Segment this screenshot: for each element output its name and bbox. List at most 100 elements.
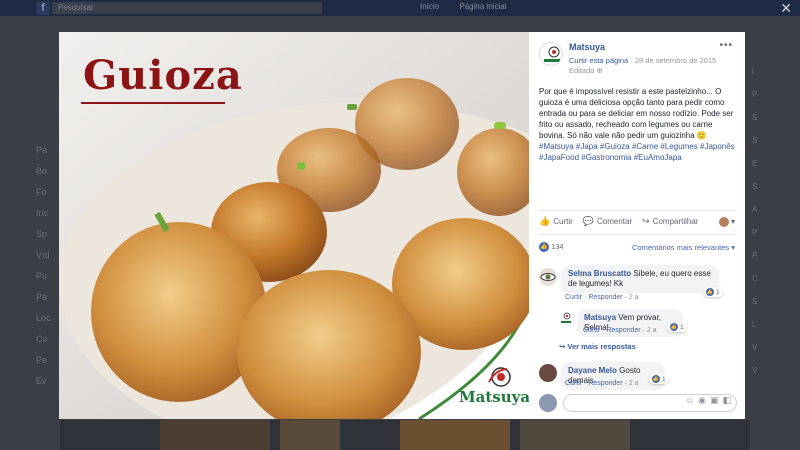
commenter-avatar[interactable] <box>539 364 557 382</box>
comment-actions: Curtir · Responder · 2 a <box>565 294 639 301</box>
photo-logo-text: Matsuya <box>459 388 529 406</box>
nav-homepage[interactable]: Página inicial <box>459 2 506 11</box>
reaction-count: 1 <box>716 288 720 296</box>
user-avatar <box>718 216 729 227</box>
reply-reactions[interactable]: 👍 1 <box>667 322 687 332</box>
left-item: Pá <box>36 145 48 155</box>
more-options-icon[interactable]: ••• <box>719 40 733 51</box>
background-left-menu: Pá Bo Fo Inc Sp Víd Pu Pá Loc Co Pe Ev <box>36 140 58 392</box>
sticker-icon[interactable]: ◧ <box>722 395 731 406</box>
top-bar: f Pesquisar Início Página inicial ✕ <box>0 0 800 16</box>
more-replies-label: Ver mais respostas <box>567 342 636 351</box>
post-photo[interactable]: Guioza Matsuya <box>59 32 529 419</box>
right-item: S <box>752 182 758 191</box>
comment-composer: ☺ ◉ ▣ ◧ <box>539 392 737 414</box>
reply-reply-link[interactable]: Responder <box>606 327 640 334</box>
reaction-count: 1 <box>680 323 684 331</box>
comment-icon: 💬 <box>582 216 594 226</box>
like-count[interactable]: 134 <box>551 242 564 251</box>
right-item: V <box>752 343 758 352</box>
left-item: Fo <box>36 187 47 197</box>
matsuya-avatar-icon <box>544 46 560 62</box>
left-item: Víd <box>36 250 50 260</box>
reply-author-name[interactable]: Matsuya <box>584 313 616 322</box>
left-item: Ev <box>36 376 47 386</box>
reaction-stats: 👍 134 Comentários mais relevantes ▾ <box>539 242 735 253</box>
comment-like-link[interactable]: Curtir <box>565 294 582 301</box>
close-icon[interactable]: ✕ <box>780 0 792 17</box>
page-name-link[interactable]: Matsuya <box>569 42 605 52</box>
comment-reply-link[interactable]: Responder <box>588 294 622 301</box>
commenter-avatar[interactable] <box>539 268 557 286</box>
comment-time[interactable]: 2 a <box>629 380 639 387</box>
like-page-link[interactable]: Curtir esta página <box>569 56 628 65</box>
comment-time[interactable]: 2 a <box>629 294 639 301</box>
right-item: P <box>752 228 758 237</box>
commenter-name[interactable]: Selma Bruscatto <box>568 269 631 278</box>
globe-icon: ⊕ <box>596 66 603 75</box>
comment-reactions[interactable]: 👍 1 <box>703 287 723 297</box>
comment-like-link[interactable]: Curtir <box>565 380 582 387</box>
divider <box>539 210 735 211</box>
right-item: C <box>752 274 758 283</box>
commenter-name[interactable]: Dayane Melo <box>568 366 617 375</box>
share-label: Compartilhar <box>652 217 699 226</box>
composer-icons: ☺ ◉ ▣ ◧ <box>685 395 731 406</box>
post-hashtags[interactable]: #Matsuya #Japa #Guioza #Carne #Legumes #… <box>539 141 739 163</box>
edited-label: Editado ⊕ <box>569 66 603 75</box>
search-input[interactable]: Pesquisar <box>52 2 322 14</box>
background-thumb <box>280 420 340 450</box>
matsuya-logo-icon <box>488 367 511 387</box>
left-item: Pu <box>36 271 48 281</box>
view-more-replies-link[interactable]: ↪ Ver mais respostas <box>559 342 636 351</box>
like-button[interactable]: 👍 Curtir <box>539 216 573 227</box>
emoji-icon[interactable]: ☺ <box>685 395 694 406</box>
share-button[interactable]: ↪ Compartilhar <box>642 216 698 227</box>
photo-title-underline <box>81 102 225 104</box>
right-item: S <box>752 136 758 145</box>
comment-button[interactable]: 💬 Comentar <box>583 216 632 227</box>
thumbs-up-icon: 👍 <box>539 216 551 226</box>
like-reaction-icon: 👍 <box>670 323 678 331</box>
comment-actions: Curtir · Responder · 2 a <box>565 380 639 387</box>
right-item: A <box>752 205 758 214</box>
reply-avatar[interactable] <box>559 311 573 325</box>
facebook-logo-icon: f <box>36 1 50 15</box>
photo-title: Guioza <box>83 52 243 99</box>
reply-like-link[interactable]: Curtir <box>583 327 600 334</box>
post-body-text: Por que é impossível resistir a este pas… <box>539 87 734 140</box>
divider <box>539 234 735 235</box>
chevron-down-icon: ▾ <box>730 217 735 226</box>
comment-reply-link[interactable]: Responder <box>588 380 622 387</box>
edited-text: Editado <box>569 66 595 75</box>
comment-sort-dropdown[interactable]: Comentários mais relevantes ▾ <box>632 243 735 252</box>
post-as-selector[interactable]: ▾ <box>718 216 735 227</box>
like-reaction-icon: 👍 <box>652 375 660 383</box>
right-item: S <box>752 297 758 306</box>
reply-time[interactable]: 2 a <box>647 327 657 334</box>
left-item: Sp <box>36 229 48 239</box>
top-nav: Início Página inicial <box>420 2 525 11</box>
right-item: L <box>752 320 757 329</box>
right-item: E <box>752 159 758 168</box>
right-item: P <box>752 251 758 260</box>
post-date[interactable]: 28 de setembro de 2015 <box>635 56 716 65</box>
eye-avatar-icon <box>540 273 556 281</box>
comment-bubble: Selma Bruscatto Sibele, eu quero esse de… <box>561 265 719 293</box>
post-side-panel: Matsuya Curtir esta página · 28 de setem… <box>529 32 745 419</box>
left-item: Bo <box>36 166 48 176</box>
gif-icon[interactable]: ▣ <box>710 395 719 406</box>
nav-home[interactable]: Início <box>420 2 439 11</box>
like-label: Curtir <box>553 217 573 226</box>
like-reaction-icon: 👍 <box>539 242 549 253</box>
background-thumb <box>160 420 270 450</box>
matsuya-avatar-icon <box>561 312 571 323</box>
comment-label: Comentar <box>597 217 633 226</box>
left-item: Pá <box>36 292 48 302</box>
page-avatar[interactable] <box>539 42 563 66</box>
share-icon: ↪ <box>642 216 650 226</box>
current-user-avatar <box>539 394 557 412</box>
camera-icon[interactable]: ◉ <box>698 395 706 406</box>
comment-reactions[interactable]: 👍 1 <box>649 374 669 384</box>
reaction-count: 1 <box>662 375 666 383</box>
